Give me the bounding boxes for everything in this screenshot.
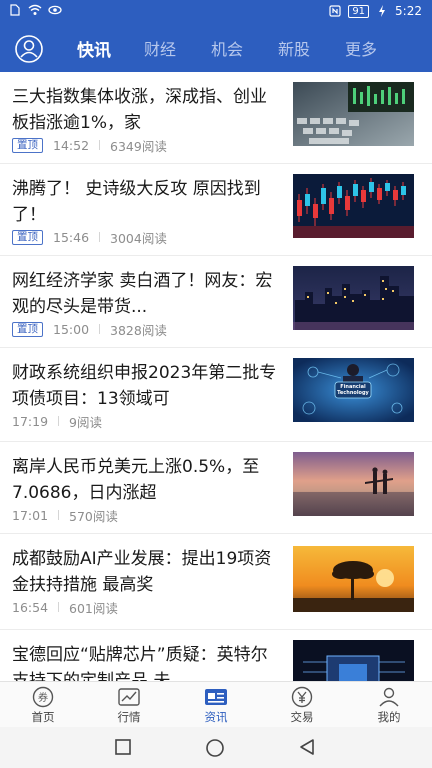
system-nav-bar [0, 727, 432, 768]
tab-gengduo[interactable]: 更多 [345, 36, 377, 60]
candlestick-chart-image [293, 174, 414, 238]
charging-icon [379, 5, 386, 17]
back-triangle-icon[interactable] [298, 738, 316, 756]
news-reads: 601阅读 [69, 600, 118, 616]
news-reads: 6349阅读 [110, 138, 167, 154]
bottom-nav-profile[interactable]: 我的 [359, 686, 419, 725]
news-title: 三大指数集体收涨，深成指、创业板指涨逾1%，家 [12, 87, 267, 133]
news-title: 财政系统组织申报2023年第二批专项债项目：13领域可 [12, 363, 277, 409]
recents-square-icon[interactable] [114, 738, 132, 756]
bottom-nav-label: 交易 [290, 710, 314, 724]
news-time: 17:01 [12, 507, 49, 523]
status-bar: 91 5:22 [0, 0, 432, 24]
profile-icon [379, 687, 399, 707]
news-title: 成都鼓励AI产业发展：提出19项资金扶持措施 最高奖 [12, 549, 272, 595]
bottom-nav-market[interactable]: 行情 [99, 686, 159, 725]
news-reads: 3828阅读 [110, 322, 167, 338]
news-title: 宝德回应“贴牌芯片”质疑：英特尔支持下的定制产品 未 [12, 645, 268, 681]
beach-sunset-image [293, 452, 414, 516]
city-night-image [293, 266, 414, 330]
tree-sunset-image [293, 546, 414, 612]
image-caption: Financial Technology [337, 384, 369, 396]
news-time: 17:19 [12, 413, 49, 429]
battery-icon: 91 [348, 4, 370, 18]
news-meta: 置顶 14:52 6349阅读 [12, 137, 167, 154]
top-nav: 快讯 财经 机会 新股 更多 [0, 24, 432, 72]
news-item[interactable]: 成都鼓励AI产业发展：提出19项资金扶持措施 最高奖 16:54 601阅读 [0, 534, 432, 630]
meta-divider [99, 232, 101, 242]
news-item[interactable]: 财政系统组织申报2023年第二批专项债项目：13领域可 17:19 9阅读 Fi… [0, 348, 432, 442]
news-reads: 570阅读 [69, 508, 118, 524]
tab-kuaixun[interactable]: 快讯 [77, 36, 111, 61]
news-title: 网红经济学家 卖白酒了！网友：宏观的尽头是带货... [12, 271, 273, 317]
news-time: 16:54 [12, 599, 49, 615]
eye-icon [48, 5, 62, 15]
trade-yuan-icon [291, 686, 313, 708]
meta-divider [58, 602, 60, 612]
bottom-nav-trade[interactable]: 交易 [272, 686, 332, 725]
meta-divider [99, 140, 101, 150]
meta-divider [58, 416, 60, 426]
svg-text:券: 券 [38, 691, 48, 704]
bottom-nav-news[interactable]: 资讯 [186, 686, 246, 725]
status-time: 5:22 [395, 4, 422, 18]
user-avatar-icon[interactable] [14, 34, 44, 64]
sim-icon [10, 4, 20, 16]
news-icon [205, 689, 227, 705]
meta-divider [58, 510, 60, 520]
chip-image [293, 640, 414, 681]
home-coupon-icon: 券 [32, 686, 54, 708]
wifi-icon [28, 4, 42, 15]
nfc-icon [329, 5, 341, 17]
news-meta: 置顶 15:46 3004阅读 [12, 229, 167, 246]
news-item[interactable]: 三大指数集体收涨，深成指、创业板指涨逾1%，家 置顶 14:52 6349阅读 [0, 72, 432, 164]
tab-jihui[interactable]: 机会 [211, 36, 243, 60]
status-right: 91 5:22 [328, 4, 422, 18]
bottom-nav-home[interactable]: 券 首页 [13, 686, 73, 725]
news-item[interactable]: 沸腾了！ 史诗级大反攻 原因找到了！ 置顶 15:46 3004阅读 [0, 164, 432, 256]
bottom-nav-label: 资讯 [204, 710, 228, 724]
market-chart-icon [118, 688, 140, 706]
pinned-badge: 置顶 [12, 229, 43, 245]
news-time: 15:46 [53, 229, 90, 245]
news-item[interactable]: 网红经济学家 卖白酒了！网友：宏观的尽头是带货... 置顶 15:00 3828… [0, 256, 432, 348]
meta-divider [99, 324, 101, 334]
news-reads: 3004阅读 [110, 230, 167, 246]
news-time: 14:52 [53, 137, 90, 153]
pinned-badge: 置顶 [12, 137, 43, 153]
news-item[interactable]: 离岸人民币兑美元上涨0.5%，至7.0686，日内涨超 17:01 570阅读 [0, 442, 432, 534]
news-time: 15:00 [53, 321, 90, 337]
bottom-nav-label: 行情 [117, 710, 141, 724]
status-left [8, 4, 62, 16]
news-title: 沸腾了！ 史诗级大反攻 原因找到了！ [12, 179, 261, 225]
news-meta: 16:54 601阅读 [12, 599, 118, 616]
news-meta: 17:19 9阅读 [12, 413, 102, 430]
tab-xingu[interactable]: 新股 [278, 36, 310, 60]
tab-caijing[interactable]: 财经 [144, 36, 176, 60]
keyboard-trading-image [293, 82, 414, 146]
pinned-badge: 置顶 [12, 321, 43, 337]
home-circle-icon[interactable] [205, 738, 225, 758]
news-meta: 置顶 15:00 3828阅读 [12, 321, 167, 338]
bottom-nav-label: 我的 [377, 710, 401, 724]
news-title: 离岸人民币兑美元上涨0.5%，至7.0686，日内涨超 [12, 457, 260, 503]
financial-technology-image: Financial Technology [293, 358, 414, 422]
bottom-nav-label: 首页 [31, 710, 55, 724]
bottom-nav: 券 首页 行情 资讯 交易 我的 [0, 681, 432, 727]
news-item[interactable]: 宝德回应“贴牌芯片”质疑：英特尔支持下的定制产品 未 [0, 630, 432, 681]
news-meta: 17:01 570阅读 [12, 507, 118, 524]
news-reads: 9阅读 [69, 414, 102, 430]
news-feed: 三大指数集体收涨，深成指、创业板指涨逾1%，家 置顶 14:52 6349阅读 … [0, 72, 432, 681]
